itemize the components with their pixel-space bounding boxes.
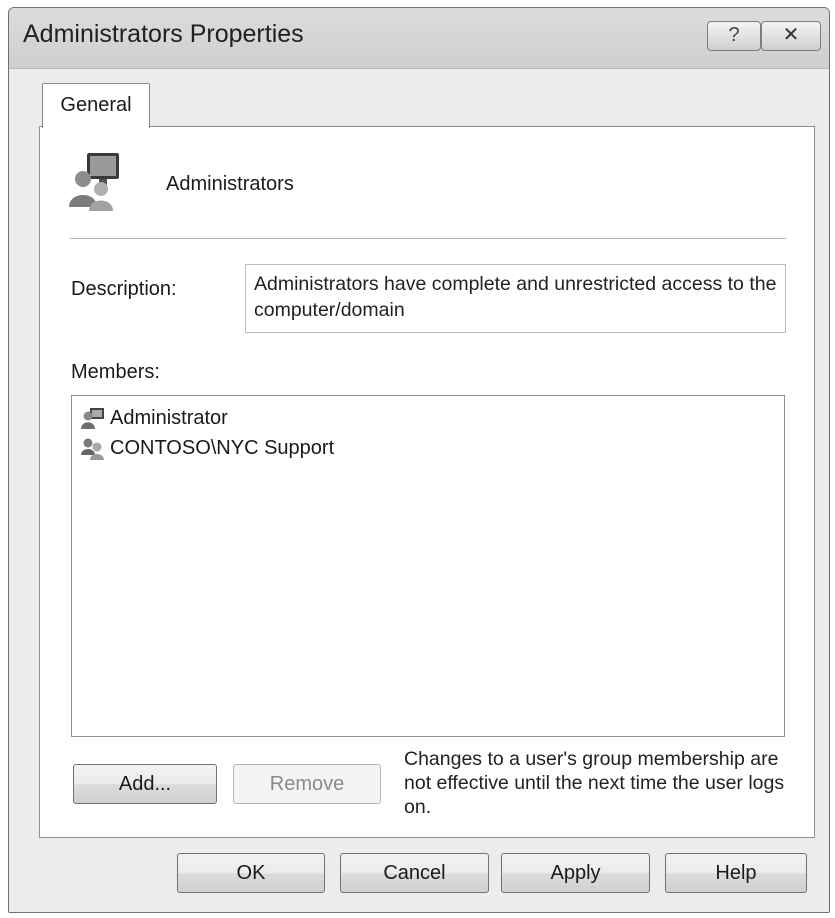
member-name: CONTOSO\NYC Support	[110, 437, 335, 459]
member-name: Administrator	[110, 407, 228, 429]
members-label: Members:	[71, 361, 160, 383]
title-help-button[interactable]: ?	[707, 21, 761, 51]
apply-button[interactable]: Apply	[501, 853, 650, 893]
general-tab-panel: Administrators Description: Administrato…	[39, 126, 815, 838]
members-list[interactable]: Administrator CONTOSO\NYC Support	[71, 395, 785, 737]
close-icon: ✕	[782, 24, 800, 46]
membership-note: Changes to a user's group membership are…	[404, 748, 785, 818]
group-icon	[69, 153, 119, 211]
ok-button[interactable]: OK	[177, 853, 325, 893]
title-bar[interactable]: Administrators Properties ? ✕	[9, 8, 829, 69]
member-item-nyc-support[interactable]: CONTOSO\NYC Support	[80, 434, 334, 462]
description-field[interactable]: Administrators have complete and unrestr…	[245, 264, 786, 333]
cancel-button[interactable]: Cancel	[340, 853, 489, 893]
help-button[interactable]: Help	[665, 853, 807, 893]
dialog-client-area: General Administrators Description: Admi…	[9, 69, 829, 912]
properties-dialog: Administrators Properties ? ✕ General Ad…	[8, 7, 830, 913]
window-title: Administrators Properties	[23, 20, 304, 48]
question-mark-icon: ?	[728, 24, 740, 46]
remove-button[interactable]: Remove	[233, 764, 381, 804]
close-button[interactable]: ✕	[761, 21, 821, 51]
description-label: Description:	[71, 278, 177, 300]
tab-general[interactable]: General	[42, 83, 150, 128]
add-button[interactable]: Add...	[73, 764, 217, 804]
group-name: Administrators	[166, 173, 294, 195]
user-icon	[81, 408, 104, 429]
separator	[70, 238, 786, 240]
group-icon	[81, 438, 104, 460]
member-item-administrator[interactable]: Administrator	[80, 404, 228, 432]
